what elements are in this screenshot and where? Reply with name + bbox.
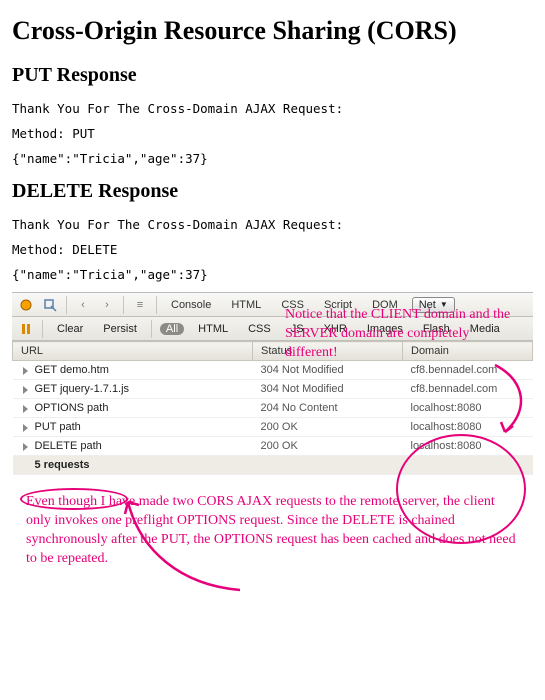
put-thank-text: Thank You For The Cross-Domain AJAX Requ… xyxy=(12,101,533,116)
cell-domain: localhost:8080 xyxy=(403,418,533,437)
cell-domain: localhost:8080 xyxy=(403,399,533,418)
nav-back-icon[interactable]: ‹ xyxy=(75,297,91,313)
cell-domain: localhost:8080 xyxy=(403,437,533,456)
separator xyxy=(66,296,67,314)
separator xyxy=(42,320,43,338)
table-row[interactable]: GET demo.htm 304 Not Modified cf8.bennad… xyxy=(13,361,533,380)
put-body-text: {"name":"Tricia","age":37} xyxy=(12,151,533,166)
table-row[interactable]: PUT path 200 OK localhost:8080 xyxy=(13,418,533,437)
expand-icon[interactable] xyxy=(23,367,28,375)
table-footer: 5 requests xyxy=(13,456,533,475)
inspect-icon[interactable] xyxy=(42,297,58,313)
tab-console[interactable]: Console xyxy=(165,298,217,312)
page-title: Cross-Origin Resource Sharing (CORS) xyxy=(12,16,533,46)
persist-button[interactable]: Persist xyxy=(97,323,143,335)
put-response-heading: PUT Response xyxy=(12,64,533,87)
cell-url: GET jquery-1.7.1.js xyxy=(35,383,130,395)
separator xyxy=(156,296,157,314)
menu-icon[interactable]: ≡ xyxy=(132,297,148,313)
expand-icon[interactable] xyxy=(23,424,28,432)
delete-method-text: Method: DELETE xyxy=(12,242,533,257)
cell-status: 304 Not Modified xyxy=(253,361,403,380)
expand-icon[interactable] xyxy=(23,443,28,451)
table-row[interactable]: GET jquery-1.7.1.js 304 Not Modified cf8… xyxy=(13,380,533,399)
col-header-url[interactable]: URL xyxy=(13,342,253,361)
cell-url: GET demo.htm xyxy=(35,364,109,376)
delete-response-heading: DELETE Response xyxy=(12,180,533,203)
cell-status: 304 Not Modified xyxy=(253,380,403,399)
table-row[interactable]: DELETE path 200 OK localhost:8080 xyxy=(13,437,533,456)
annotation-bottom: Even though I have made two CORS AJAX re… xyxy=(26,493,519,569)
pause-icon[interactable] xyxy=(18,321,34,337)
cell-status: 200 OK xyxy=(253,437,403,456)
put-method-text: Method: PUT xyxy=(12,126,533,141)
cell-status: 200 OK xyxy=(253,418,403,437)
cell-status: 204 No Content xyxy=(253,399,403,418)
tab-html[interactable]: HTML xyxy=(225,298,267,312)
footer-count: 5 requests xyxy=(13,456,253,475)
delete-thank-text: Thank You For The Cross-Domain AJAX Requ… xyxy=(12,217,533,232)
cell-domain: cf8.bennadel.com xyxy=(403,380,533,399)
nav-forward-icon[interactable]: › xyxy=(99,297,115,313)
separator xyxy=(123,296,124,314)
cell-url: DELETE path xyxy=(35,440,102,452)
clear-button[interactable]: Clear xyxy=(51,323,89,335)
table-row[interactable]: OPTIONS path 204 No Content localhost:80… xyxy=(13,399,533,418)
expand-icon[interactable] xyxy=(23,386,28,394)
separator xyxy=(151,320,152,338)
filter-css-button[interactable]: CSS xyxy=(242,323,277,335)
delete-body-text: {"name":"Tricia","age":37} xyxy=(12,267,533,282)
expand-icon[interactable] xyxy=(23,405,28,413)
cell-url: PUT path xyxy=(35,421,81,433)
annotation-top: Notice that the CLIENT domain and the SE… xyxy=(285,306,520,363)
firebug-icon[interactable] xyxy=(18,297,34,313)
filter-html-button[interactable]: HTML xyxy=(192,323,234,335)
cell-domain: cf8.bennadel.com xyxy=(403,361,533,380)
filter-all-button[interactable]: All xyxy=(160,323,184,335)
cell-url: OPTIONS path xyxy=(35,402,109,414)
